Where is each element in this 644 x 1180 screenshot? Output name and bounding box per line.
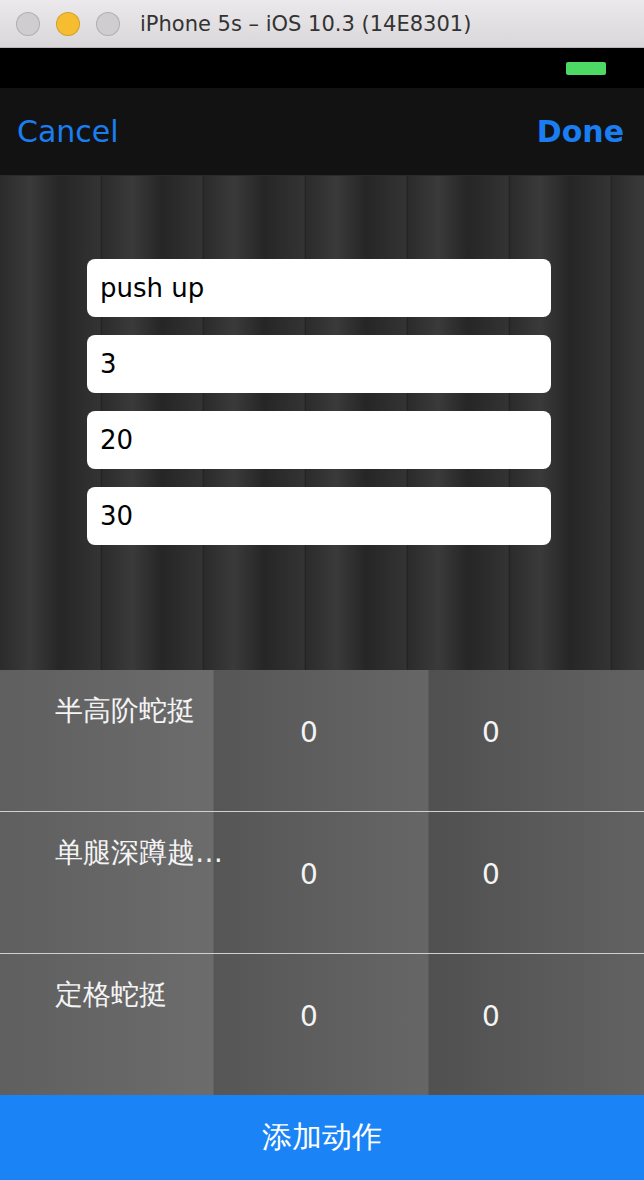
window-controls bbox=[16, 12, 120, 36]
zoom-button[interactable] bbox=[96, 12, 120, 36]
exercise-value: 0 bbox=[250, 670, 432, 811]
exercise-row[interactable]: 定格蛇挺00 bbox=[0, 954, 644, 1095]
exercise-name: 单腿深蹲越… bbox=[0, 812, 250, 953]
exercise-value: 0 bbox=[432, 670, 644, 811]
exercise-row[interactable]: 半高阶蛇挺00 bbox=[0, 670, 644, 811]
add-button[interactable]: 添加动作 bbox=[0, 1095, 644, 1180]
exercise-row[interactable]: 单腿深蹲越…00 bbox=[0, 812, 644, 953]
cancel-button[interactable]: Cancel bbox=[17, 114, 119, 149]
title-bar: iPhone 5s – iOS 10.3 (14E8301) bbox=[0, 0, 644, 48]
battery-fill bbox=[566, 62, 606, 75]
minimize-button[interactable] bbox=[56, 12, 80, 36]
text-field[interactable]: 3 bbox=[87, 335, 551, 393]
text-field[interactable]: 30 bbox=[87, 487, 551, 545]
simulator-window: iPhone 5s – iOS 10.3 (14E8301) Cancel Done… bbox=[0, 0, 644, 1180]
close-button[interactable] bbox=[16, 12, 40, 36]
battery-icon bbox=[566, 62, 606, 75]
window-title: iPhone 5s – iOS 10.3 (14E8301) bbox=[140, 12, 471, 36]
exercise-value: 0 bbox=[432, 812, 644, 953]
text-field[interactable]: push up bbox=[87, 259, 551, 317]
exercise-name: 半高阶蛇挺 bbox=[0, 670, 250, 811]
exercise-value: 0 bbox=[250, 954, 432, 1095]
exercise-value: 0 bbox=[432, 954, 644, 1095]
text-field[interactable]: 20 bbox=[87, 411, 551, 469]
nav-bar: Cancel Done bbox=[0, 88, 644, 176]
exercise-value: 0 bbox=[250, 812, 432, 953]
done-button[interactable]: Done bbox=[537, 114, 624, 149]
exercise-list: 半高阶蛇挺00单腿深蹲越…00定格蛇挺00 bbox=[0, 670, 644, 1095]
exercise-name: 定格蛇挺 bbox=[0, 954, 250, 1095]
status-bar bbox=[0, 48, 644, 88]
form-panel: push up 3 20 30 bbox=[0, 176, 644, 670]
